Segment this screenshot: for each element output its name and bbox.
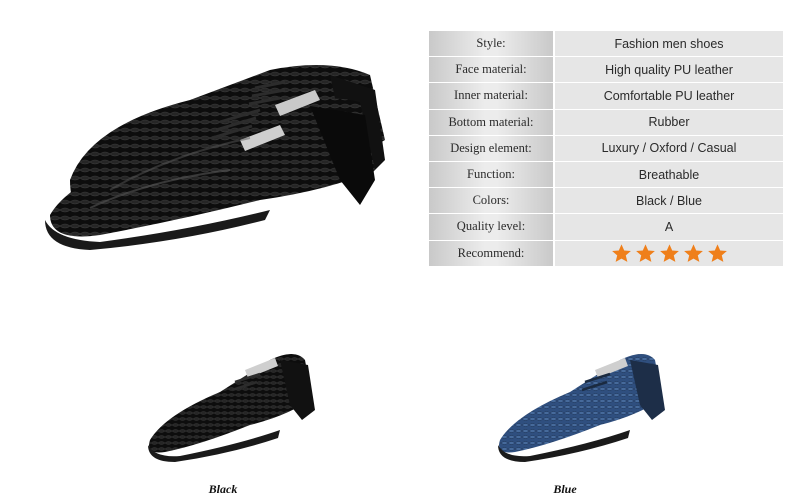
blue-variant-caption: Blue xyxy=(553,482,577,496)
star-icon xyxy=(635,243,655,262)
spec-label: Recommend: xyxy=(429,239,555,267)
spec-value: A xyxy=(554,213,783,241)
spec-label: Inner material: xyxy=(429,82,555,110)
blue-variant-image xyxy=(498,354,665,462)
spec-label: Style: xyxy=(429,29,555,58)
spec-label: Design element: xyxy=(429,134,555,162)
star-icon xyxy=(683,243,703,262)
hero-shoes-image xyxy=(45,65,385,250)
spec-label: Face material: xyxy=(429,56,555,84)
spec-row-recommend: Recommend: xyxy=(429,239,783,267)
spec-value: Black / Blue xyxy=(554,187,783,215)
rating-stars xyxy=(611,243,728,264)
spec-label: Function: xyxy=(429,160,555,189)
star-icon xyxy=(611,243,631,262)
spec-row-face-material: Face material: High quality PU leather xyxy=(429,56,783,84)
spec-value: Breathable xyxy=(554,160,783,189)
spec-label: Bottom material: xyxy=(429,108,555,136)
black-variant-image xyxy=(148,354,315,462)
spec-row-function: Function: Breathable xyxy=(429,160,783,189)
spec-row-colors: Colors: Black / Blue xyxy=(429,187,783,215)
star-icon xyxy=(707,243,727,262)
spec-label: Colors: xyxy=(429,187,555,215)
spec-row-inner-material: Inner material: Comfortable PU leather xyxy=(429,82,783,110)
spec-value: Luxury / Oxford / Casual xyxy=(554,134,783,162)
spec-row-style: Style: Fashion men shoes xyxy=(429,29,783,58)
spec-value: High quality PU leather xyxy=(554,56,783,84)
spec-value: Comfortable PU leather xyxy=(554,82,783,110)
black-variant-caption: Black xyxy=(208,482,238,496)
spec-value: Fashion men shoes xyxy=(554,29,783,58)
star-icon xyxy=(659,243,679,262)
spec-row-quality-level: Quality level: A xyxy=(429,213,783,241)
rating-cell xyxy=(554,239,783,267)
spec-label: Quality level: xyxy=(429,213,555,241)
spec-table: Style: Fashion men shoes Face material: … xyxy=(429,29,783,267)
spec-value: Rubber xyxy=(554,108,783,136)
spec-row-bottom-material: Bottom material: Rubber xyxy=(429,108,783,136)
spec-row-design-element: Design element: Luxury / Oxford / Casual xyxy=(429,134,783,162)
